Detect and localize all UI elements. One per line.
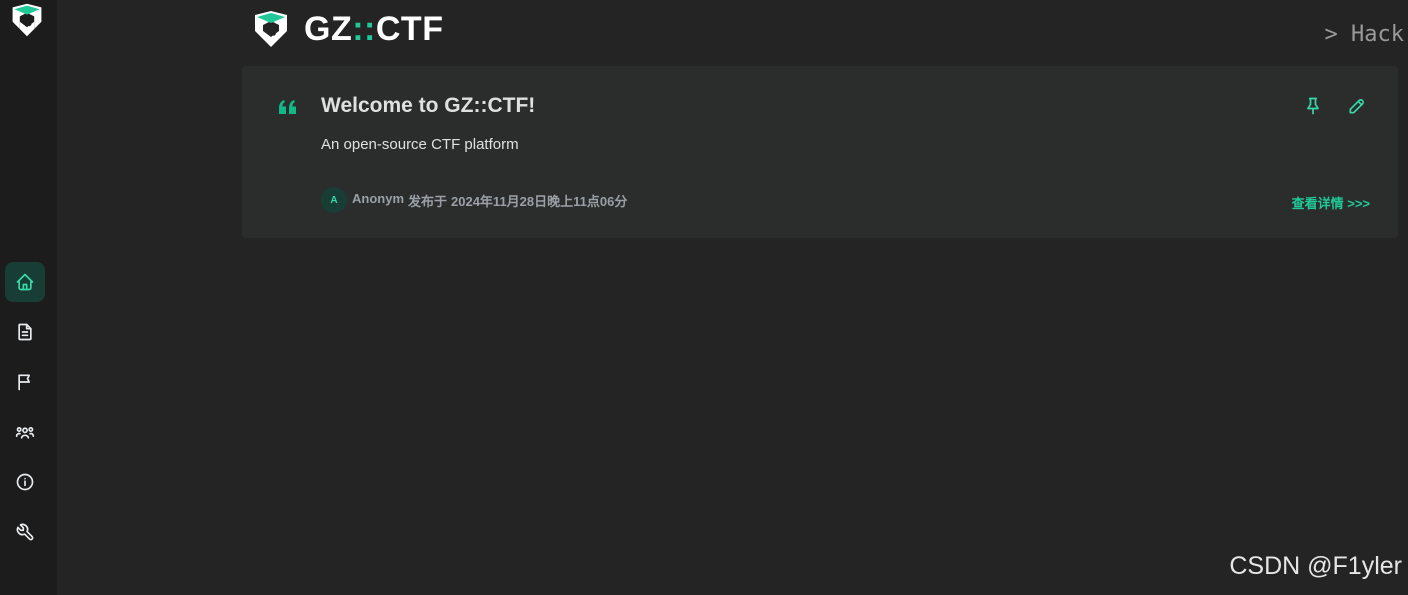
brand-header: GZ::CTF [251,6,443,52]
gzctf-logo-icon[interactable] [9,2,45,38]
published-prefix: 发布于 [408,193,448,209]
post-title[interactable]: Welcome to GZ::CTF! [321,94,535,118]
view-details-link[interactable]: 查看详情 >>> [1292,193,1370,212]
post-meta: A Anonym 发布于 2024年11月28日晚上11点06分 [321,187,627,213]
brand-prefix: GZ [304,9,353,48]
post-byline: Anonym 发布于 2024年11月28日晚上11点06分 [352,191,627,210]
flag-icon [18,374,30,391]
main-nav [5,262,45,562]
avatar: A [321,187,347,213]
published-time: 2024年11月28日晚上11点06分 [451,193,628,209]
nav-item-home[interactable] [5,262,45,302]
post-summary: An open-source CTF platform [321,136,519,153]
brand-suffix: CTF [375,9,444,48]
file-text-icon [18,323,32,341]
nav-item-admin[interactable] [5,512,45,552]
brand-title: GZ::CTF [304,10,443,49]
home-icon [16,273,34,291]
watermark: CSDN @F1yler [1229,552,1402,580]
pin-icon [1307,97,1319,115]
sidebar [0,0,57,595]
info-icon [16,473,34,491]
brand-separator: :: [352,9,376,48]
quote-icon [279,100,296,114]
hack-tagline: > Hack [1324,22,1404,47]
nav-item-games[interactable] [5,362,45,402]
post-card: Welcome to GZ::CTF! An open-source CTF p… [242,66,1398,238]
nav-item-posts[interactable] [5,312,45,352]
nav-item-about[interactable] [5,462,45,502]
author-name: Anonym [352,190,404,206]
gzctf-logo-icon [255,11,287,47]
edit-button[interactable] [1345,94,1369,118]
pencil-icon [1349,99,1364,114]
pin-button[interactable] [1301,94,1325,118]
main-content: GZ::CTF > Hack Welcome to GZ::CTF! An op… [57,0,1408,595]
nav-item-teams[interactable] [5,412,45,452]
users-icon [15,427,35,439]
wrench-icon [16,523,34,541]
